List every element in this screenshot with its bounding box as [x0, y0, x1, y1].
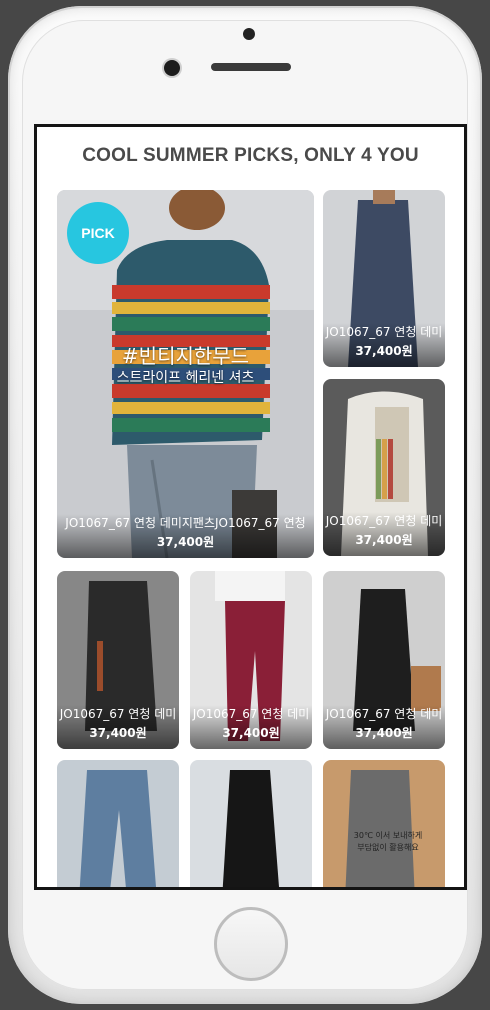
product-name: JO1067_67 연청 데미 — [192, 707, 310, 721]
product-label: JO1067_67 연청 데미 37,400원 — [190, 705, 312, 749]
product-price: 37,400원 — [222, 726, 280, 740]
featured-product-label: JO1067_67 연청 데미지팬츠JO1067_67 연청 37,400원 — [57, 514, 314, 558]
front-camera — [243, 28, 255, 40]
product-image — [323, 760, 445, 887]
product-name: JO1067_67 연청 데미 — [325, 325, 443, 339]
pick-badge: PICK — [67, 202, 129, 264]
proximity-sensor — [164, 60, 180, 76]
product-card[interactable]: JO1067_67 연청 데미 37,400원 — [57, 571, 179, 749]
product-label: JO1067_67 연청 데미 37,400원 — [57, 705, 179, 749]
product-label: JO1067_67 연청 데미 37,400원 — [323, 705, 445, 749]
product-image — [57, 760, 179, 887]
product-card[interactable]: JO1067_67 연청 데미 37,400원 — [323, 379, 445, 556]
product-name: JO1067_67 연청 데미 — [325, 514, 443, 528]
earpiece-speaker — [211, 63, 291, 71]
featured-product-card[interactable]: PICK #빈티지한무드 스트라이프 헤리넨 셔츠 JO1067_67 연청 데… — [57, 190, 314, 558]
product-price: 37,400원 — [156, 535, 215, 549]
tile-caption: 30℃ 이서 보내하게 부담없이 활용해요 — [353, 830, 423, 854]
home-button[interactable] — [214, 907, 288, 981]
featured-overlay-subtitle: 스트라이프 헤리넨 셔츠 — [116, 370, 255, 386]
product-card[interactable] — [57, 760, 179, 887]
product-name: JO1067_67 연청 데미지팬츠JO1067_67 연청 — [65, 516, 306, 530]
product-card[interactable]: JO1067_67 연청 데미 37,400원 — [190, 571, 312, 749]
section-headline: COOL SUMMER PICKS, ONLY 4 YOU — [82, 145, 419, 166]
product-price: 37,400원 — [355, 344, 413, 358]
product-card[interactable]: JO1067_67 연청 데미 37,400원 — [323, 190, 445, 367]
product-card[interactable]: JO1067_67 연청 데미 37,400원 — [323, 571, 445, 749]
product-name: JO1067_67 연청 데미 — [325, 707, 443, 721]
app-screen: COOL SUMMER PICKS, ONLY 4 YOU PICK #빈티지한… — [34, 124, 467, 890]
product-price: 37,400원 — [355, 726, 413, 740]
product-label: JO1067_67 연청 데미 37,400원 — [323, 512, 445, 556]
featured-overlay-title: #빈티지한무드 — [121, 344, 250, 368]
product-label: JO1067_67 연청 데미 37,400원 — [323, 323, 445, 367]
product-name: JO1067_67 연청 데미 — [59, 707, 177, 721]
product-price: 37,400원 — [355, 533, 413, 547]
product-card[interactable]: 30℃ 이서 보내하게 부담없이 활용해요 — [323, 760, 445, 887]
product-card[interactable] — [190, 760, 312, 887]
tile-caption-line2: 부담없이 활용해요 — [357, 843, 419, 852]
tile-caption-line1: 30℃ 이서 보내하게 — [353, 831, 423, 840]
product-image — [190, 760, 312, 887]
product-price: 37,400원 — [89, 726, 147, 740]
